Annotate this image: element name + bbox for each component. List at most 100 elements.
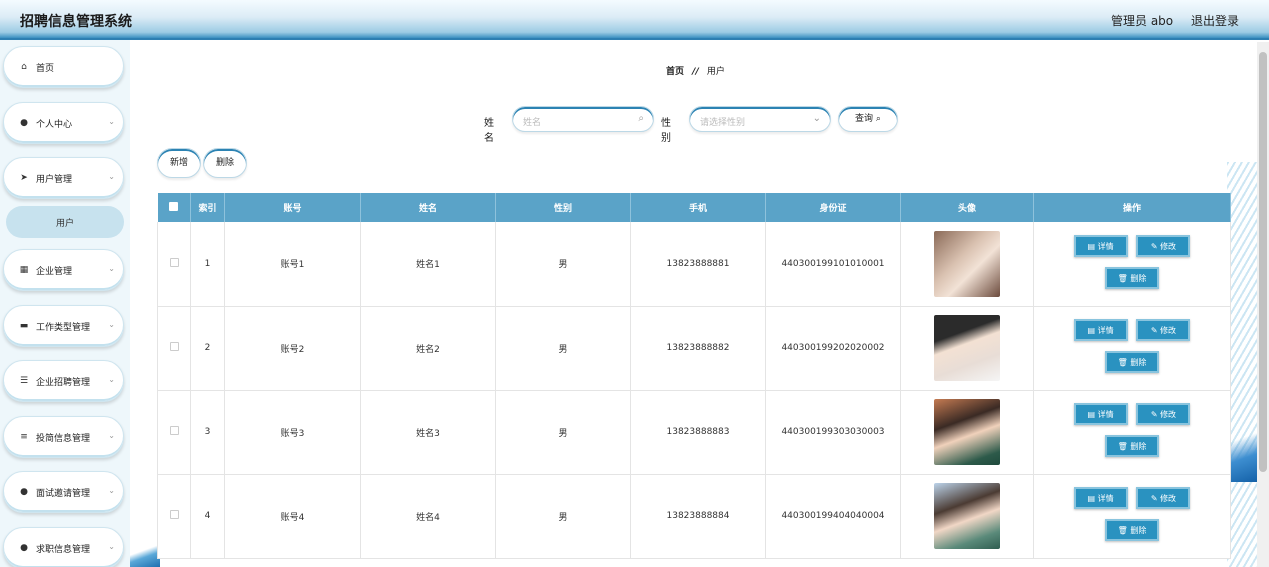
column-header-id-card: 身份证 xyxy=(765,193,901,222)
avatar xyxy=(934,399,1000,465)
row-checkbox[interactable] xyxy=(157,222,191,307)
batch-delete-button[interactable]: 删除 xyxy=(203,148,247,178)
edit-button[interactable]: ✎ 修改 xyxy=(1136,403,1191,425)
sidebar-item-label: 投简信息管理 xyxy=(36,433,91,444)
cell-avatar xyxy=(900,390,1034,475)
logout-link[interactable]: 退出登录 xyxy=(1191,14,1239,28)
cell-index: 4 xyxy=(190,474,225,559)
sidebar-item-home[interactable]: ⌂ 首页 xyxy=(3,46,124,88)
sidebar-subitem-user[interactable]: 用户 xyxy=(6,206,124,238)
cell-id-card: 440300199101010001 xyxy=(765,222,901,307)
row-checkbox[interactable] xyxy=(157,390,191,475)
cell-name: 姓名2 xyxy=(360,306,496,391)
column-header-index: 索引 xyxy=(190,193,225,222)
person-icon: ● xyxy=(20,543,28,553)
breadcrumb-current: 用户 xyxy=(706,67,725,77)
column-header-name: 姓名 xyxy=(360,193,496,222)
chevron-down-icon: ⌄ xyxy=(108,542,115,551)
breadcrumb: 首页 // 用户 xyxy=(666,64,725,77)
edit-button[interactable]: ✎ 修改 xyxy=(1136,234,1191,257)
table-row: 1 账号1 姓名1 男 13823888881 4403001991010100… xyxy=(157,222,1231,307)
cell-index: 1 xyxy=(190,222,225,307)
cell-actions: ▤ 详情 ✎ 修改 🗑 删除 xyxy=(1033,390,1231,475)
decorative-wave xyxy=(1227,422,1257,482)
table-row: 4 账号4 姓名4 男 13823888884 4403001994040400… xyxy=(157,474,1231,559)
sidebar-item-interview-invitation-management[interactable]: ● 面试邀请管理 ⌄ xyxy=(3,471,124,513)
cell-name: 姓名3 xyxy=(360,390,496,475)
sidebar-item-label: 首页 xyxy=(36,63,55,74)
send-icon: ➤ xyxy=(20,173,28,183)
cell-index: 2 xyxy=(190,306,225,391)
name-search-input[interactable]: 姓名 ⌕ xyxy=(512,106,654,132)
breadcrumb-home[interactable]: 首页 xyxy=(666,67,684,77)
delete-button[interactable]: 🗑 删除 xyxy=(1105,519,1159,541)
scrollbar-thumb[interactable] xyxy=(1259,52,1267,472)
delete-button[interactable]: 🗑 删除 xyxy=(1105,351,1159,373)
add-button[interactable]: 新增 xyxy=(157,148,201,178)
detail-button[interactable]: ▤ 详情 xyxy=(1073,487,1128,509)
sidebar-item-company-recruitment-management[interactable]: ☰ 企业招聘管理 ⌄ xyxy=(3,360,124,402)
sidebar-item-personal-center[interactable]: ● 个人中心 ⌄ xyxy=(3,102,124,144)
chevron-down-icon: ⌄ xyxy=(108,117,115,126)
chevron-down-icon: ⌄ xyxy=(108,264,115,273)
chevron-down-icon: ⌄ xyxy=(108,172,115,181)
current-user-label: 管理员 abo xyxy=(1111,14,1174,28)
row-checkbox[interactable] xyxy=(157,306,191,391)
delete-button[interactable]: 🗑 删除 xyxy=(1105,435,1159,457)
cell-actions: ▤ 详情 ✎ 修改 🗑 删除 xyxy=(1033,222,1231,307)
cell-phone: 13823888884 xyxy=(630,474,766,559)
select-all-checkbox[interactable] xyxy=(157,193,191,222)
column-header-avatar: 头像 xyxy=(900,193,1034,222)
sidebar-item-company-management[interactable]: ▦ 企业管理 ⌄ xyxy=(3,249,124,291)
table-header-row: 索引 账号 姓名 性别 手机 身份证 头像 操作 xyxy=(157,193,1231,222)
cell-id-card: 440300199404040004 xyxy=(765,474,901,559)
name-placeholder: 姓名 xyxy=(523,118,542,128)
cell-account: 账号2 xyxy=(224,306,361,391)
column-header-phone: 手机 xyxy=(630,193,766,222)
detail-button[interactable]: ▤ 详情 xyxy=(1073,319,1128,341)
vertical-scrollbar[interactable] xyxy=(1257,42,1269,567)
chevron-down-icon: ⌄ xyxy=(812,113,821,124)
user-table: 索引 账号 姓名 性别 手机 身份证 头像 操作 1 账号1 姓名1 男 138… xyxy=(157,193,1231,559)
cell-phone: 13823888883 xyxy=(630,390,766,475)
edit-button[interactable]: ✎ 修改 xyxy=(1136,487,1191,509)
chevron-down-icon: ⌄ xyxy=(108,375,115,384)
sidebar-item-user-management[interactable]: ➤ 用户管理 ⌄ xyxy=(3,157,124,199)
cell-gender: 男 xyxy=(495,474,631,559)
delete-button[interactable]: 🗑 删除 xyxy=(1105,266,1159,289)
cell-account: 账号4 xyxy=(224,474,361,559)
sidebar-item-label: 工作类型管理 xyxy=(36,322,91,333)
avatar xyxy=(934,230,1000,297)
cell-actions: ▤ 详情 ✎ 修改 🗑 删除 xyxy=(1033,306,1231,391)
sidebar-item-resume-submission-management[interactable]: ≡ 投简信息管理 ⌄ xyxy=(3,416,124,458)
gender-placeholder: 请选择性别 xyxy=(700,118,746,128)
edit-button[interactable]: ✎ 修改 xyxy=(1136,319,1191,341)
location-pin-icon: ● xyxy=(20,487,28,497)
breadcrumb-separator: // xyxy=(692,67,699,77)
row-checkbox[interactable] xyxy=(157,474,191,559)
chevron-down-icon: ⌄ xyxy=(108,486,115,495)
name-label: 姓名 xyxy=(484,118,494,144)
table-row: 2 账号2 姓名2 男 13823888882 4403001992020200… xyxy=(157,306,1231,391)
cell-avatar xyxy=(900,474,1034,559)
main-content: 首页 // 用户 姓名 姓名 ⌕ 性别 请选择性别 ⌄ 查询 ⌕ 新增 删除 索… xyxy=(130,42,1269,567)
list-icon: ≡ xyxy=(20,432,28,442)
sidebar-item-label: 企业管理 xyxy=(36,266,73,277)
cell-account: 账号1 xyxy=(224,222,361,307)
detail-button[interactable]: ▤ 详情 xyxy=(1073,403,1128,425)
cell-account: 账号3 xyxy=(224,390,361,475)
gender-select[interactable]: 请选择性别 ⌄ xyxy=(689,106,831,132)
sidebar-item-job-seeking-management[interactable]: ● 求职信息管理 ⌄ xyxy=(3,527,124,567)
detail-button[interactable]: ▤ 详情 xyxy=(1073,234,1128,257)
home-icon: ⌂ xyxy=(21,62,27,72)
sidebar-item-label: 用户管理 xyxy=(36,174,73,185)
chevron-down-icon: ⌄ xyxy=(108,431,115,440)
cell-name: 姓名1 xyxy=(360,222,496,307)
cell-gender: 男 xyxy=(495,306,631,391)
cell-avatar xyxy=(900,222,1034,307)
sidebar-item-label: 面试邀请管理 xyxy=(36,488,91,499)
query-button[interactable]: 查询 ⌕ xyxy=(838,106,898,132)
sidebar-item-label: 企业招聘管理 xyxy=(36,377,91,388)
user-area: 管理员 abo 退出登录 xyxy=(1097,12,1239,29)
sidebar-item-job-type-management[interactable]: ▬ 工作类型管理 ⌄ xyxy=(3,305,124,347)
